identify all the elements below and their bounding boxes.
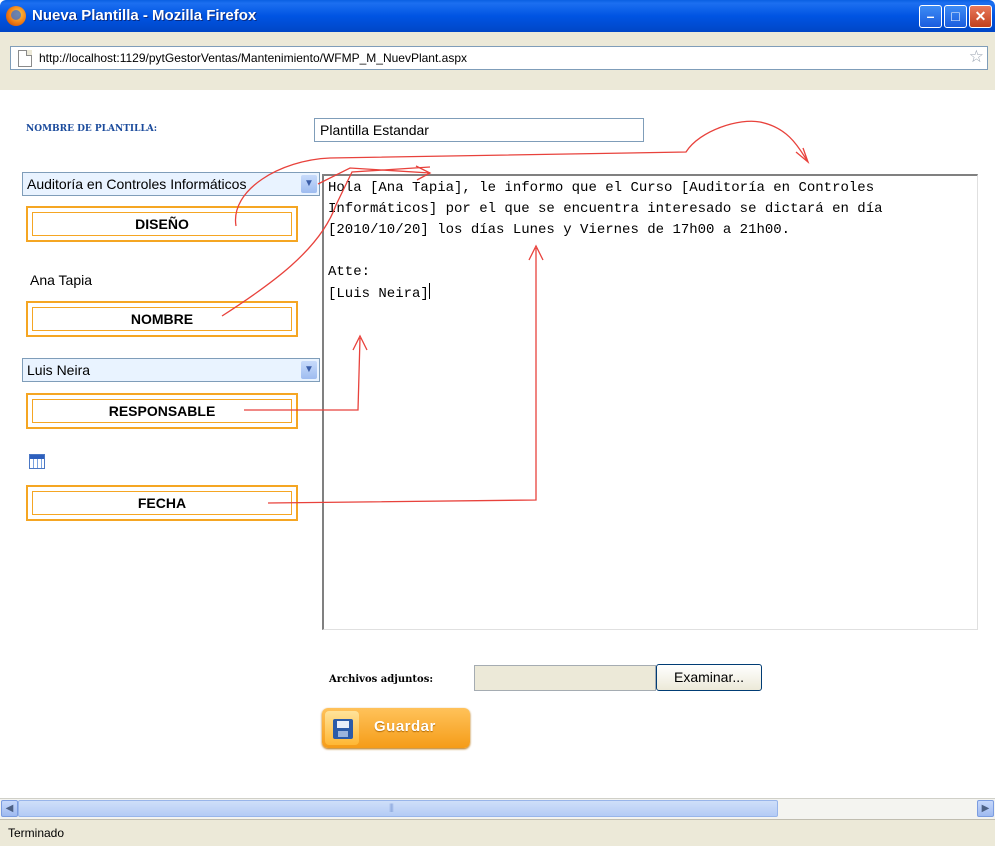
attachment-file-input[interactable]: [474, 665, 656, 691]
close-button[interactable]: ✕: [969, 5, 992, 28]
chevron-down-icon[interactable]: ▼: [301, 361, 317, 379]
scroll-left-button[interactable]: ◀: [1, 800, 18, 817]
template-body-editor[interactable]: Hola [Ana Tapia], le informo que el Curs…: [322, 174, 978, 630]
url-field[interactable]: http://localhost:1129/pytGestorVentas/Ma…: [10, 46, 988, 70]
scroll-thumb[interactable]: [18, 800, 778, 817]
horizontal-scrollbar[interactable]: ◀ ▶: [0, 798, 995, 819]
page-content: NOMBRE DE PLANTILLA: Plantilla Estandar …: [0, 90, 995, 798]
template-name-label: NOMBRE DE PLANTILLA:: [26, 124, 158, 134]
calendar-icon[interactable]: [29, 454, 45, 469]
nombre-button[interactable]: NOMBRE: [26, 301, 298, 337]
scroll-right-button[interactable]: ▶: [977, 800, 994, 817]
diseno-button[interactable]: DISEÑO: [26, 206, 298, 242]
diseno-button-label: DISEÑO: [32, 212, 292, 236]
student-name: Ana Tapia: [30, 272, 93, 288]
status-bar: Terminado: [0, 819, 995, 846]
course-select-value: Auditoría en Controles Informáticos: [27, 176, 247, 192]
page-icon: [18, 50, 32, 67]
url-text: http://localhost:1129/pytGestorVentas/Ma…: [39, 51, 467, 65]
course-select[interactable]: Auditoría en Controles Informáticos ▼: [22, 172, 320, 196]
address-bar: http://localhost:1129/pytGestorVentas/Ma…: [0, 32, 995, 90]
responsable-button-label: RESPONSABLE: [32, 399, 292, 423]
save-icon-box: [325, 711, 359, 745]
fecha-button-label: FECHA: [32, 491, 292, 515]
firefox-icon: [6, 6, 26, 26]
template-name-input[interactable]: Plantilla Estandar: [314, 118, 644, 142]
status-text: Terminado: [8, 826, 65, 840]
chevron-down-icon[interactable]: ▼: [301, 175, 317, 193]
window-title: Nueva Plantilla - Mozilla Firefox: [32, 7, 257, 24]
maximize-button[interactable]: □: [944, 5, 967, 28]
responsable-button[interactable]: RESPONSABLE: [26, 393, 298, 429]
guardar-button[interactable]: Guardar: [322, 708, 470, 748]
guardar-button-label: Guardar: [374, 718, 436, 735]
title-bar: Nueva Plantilla - Mozilla Firefox – □ ✕: [0, 0, 995, 32]
nombre-button-label: NOMBRE: [32, 307, 292, 331]
minimize-button[interactable]: –: [919, 5, 942, 28]
responsible-select[interactable]: Luis Neira ▼: [22, 358, 320, 382]
star-icon[interactable]: ☆: [969, 47, 984, 67]
editor-text: Hola [Ana Tapia], le informo que el Curs…: [328, 180, 883, 302]
examinar-button[interactable]: Examinar...: [656, 664, 762, 691]
text-caret: [428, 283, 430, 299]
responsible-select-value: Luis Neira: [27, 362, 91, 378]
floppy-disk-icon: [333, 719, 353, 739]
fecha-button[interactable]: FECHA: [26, 485, 298, 521]
attachments-label: Archivos adjuntos:: [329, 674, 434, 685]
